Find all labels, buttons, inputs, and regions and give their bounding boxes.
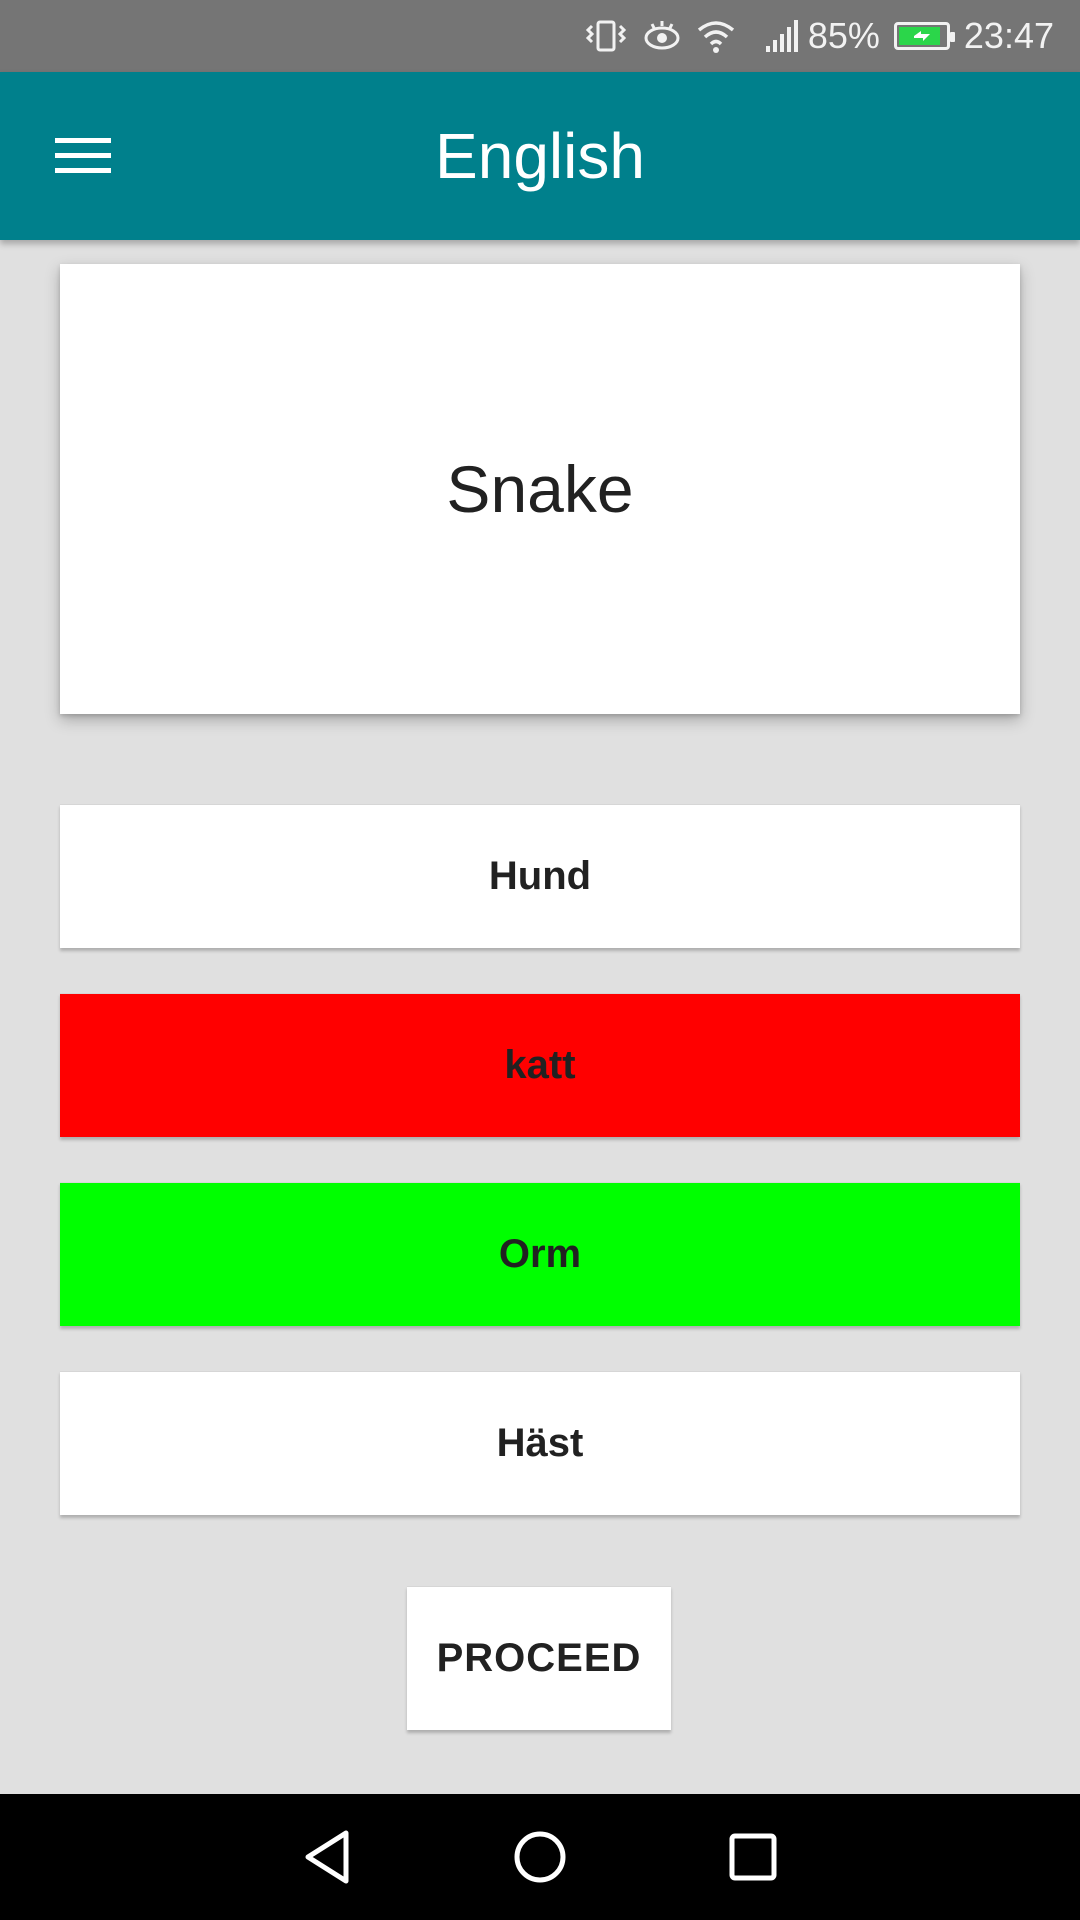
back-button[interactable]	[277, 1807, 377, 1907]
battery-icon	[893, 22, 955, 50]
menu-button[interactable]	[40, 116, 128, 196]
battery-percent: 85%	[807, 15, 880, 56]
screen: 85% 23:47 English Snake Hund katt Orm Hä…	[0, 0, 1080, 1920]
answer-option-hund[interactable]: Hund	[60, 804, 1020, 948]
wifi-icon	[696, 18, 736, 54]
vibrate-icon	[584, 18, 628, 54]
answer-option-hast[interactable]: Häst	[60, 1371, 1020, 1515]
home-circle-icon	[514, 1831, 566, 1883]
app-bar: English	[0, 72, 1080, 240]
recents-square-icon	[729, 1833, 777, 1881]
home-button[interactable]	[490, 1807, 590, 1907]
page-title: English	[435, 120, 645, 192]
navigation-bar	[0, 1794, 1080, 1920]
recents-button[interactable]	[703, 1807, 803, 1907]
answer-option-katt[interactable]: katt	[60, 993, 1020, 1137]
question-card: Snake	[60, 264, 1020, 714]
clock: 23:47	[963, 15, 1054, 56]
hamburger-menu-icon	[55, 138, 111, 173]
back-triangle-icon	[305, 1830, 349, 1884]
eye-icon	[642, 18, 682, 54]
proceed-button[interactable]: PROCEED	[407, 1586, 671, 1730]
question-word: Snake	[446, 452, 634, 526]
signal-icon	[764, 18, 800, 54]
answer-option-orm[interactable]: Orm	[60, 1182, 1020, 1326]
status-bar: 85% 23:47	[0, 0, 1080, 72]
